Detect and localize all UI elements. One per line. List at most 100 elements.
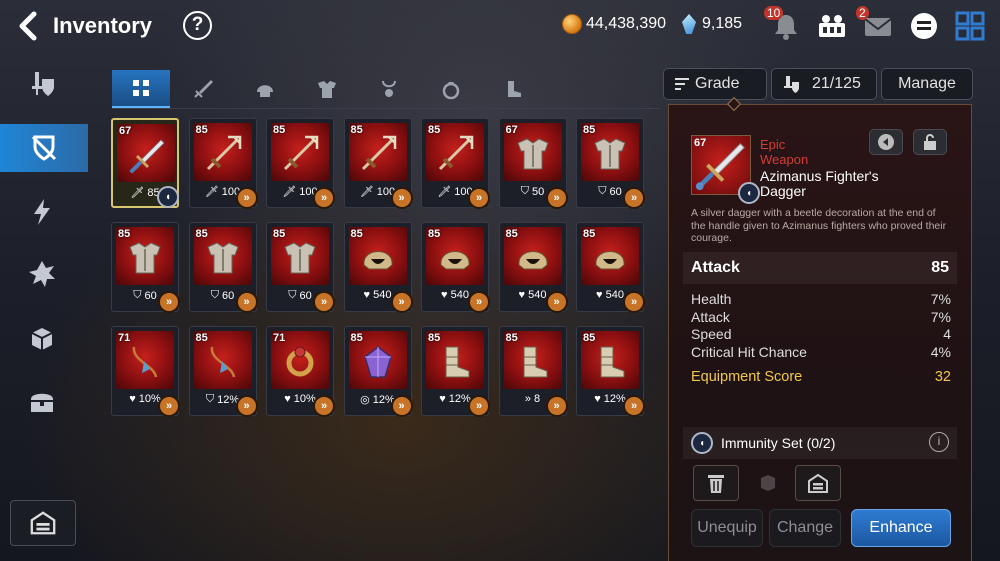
inventory-item[interactable]: 85» ♥ 12% [576,326,645,417]
main-stat-value: 85 [931,259,949,276]
inventory-item[interactable]: 71» ♥ 10% [111,326,180,417]
speed-set-icon: » [313,395,335,417]
defense-icon: ⛉ [288,289,297,301]
main-stat-label: Attack [691,259,740,276]
discard-button[interactable] [693,465,739,501]
nav-chest-icon[interactable] [0,378,84,426]
trident-icon [206,135,241,171]
inventory-item[interactable]: 85» 🗡 100 [421,118,490,209]
mail-icon[interactable]: 2 [856,6,894,42]
tab-ring[interactable] [422,70,480,108]
item-description: A silver dagger with a beetle decoration… [691,207,947,244]
change-button[interactable]: Change [769,509,841,547]
item-image: 85 [193,227,252,285]
speed-set-icon: » [313,291,335,313]
inventory-item[interactable]: 67 ◖ 🗡 85 [111,118,179,208]
left-nav [0,56,88,561]
speed-set-icon: » [545,291,568,313]
crystal-counter[interactable]: 9,185 [682,14,742,34]
gold-counter[interactable]: 44,438,390 [562,14,666,34]
nav-skill-icon[interactable] [0,188,84,236]
speed-set-icon: » [313,187,335,209]
tab-helmet[interactable] [236,70,294,108]
nav-inventory-gear-icon[interactable] [0,124,88,172]
item-image: 85 [503,227,562,285]
inventory-item[interactable]: 85 » ⛉ 60 [188,222,258,313]
item-level: 85 [273,228,286,240]
notification-bell-icon[interactable]: 10 [764,6,802,42]
top-bar: Inventory ? 44,438,390 9,185 10 2 [0,0,1000,52]
unequip-button[interactable]: Unequip [691,509,763,547]
inventory-item[interactable]: 85 » ♥ 540 [498,222,568,313]
item-stat-value: 60 [222,289,235,302]
inventory-item[interactable]: 85» 🗡 100 [266,118,335,209]
sort-grade-button[interactable]: Grade [663,68,767,100]
necklace-icon [210,346,235,378]
tab-all[interactable] [112,70,170,108]
substat-row: Attack 7% [691,309,951,327]
nav-artifact-icon[interactable] [0,250,84,298]
tab-weapon[interactable] [174,70,232,108]
inventory-item[interactable]: 85 » ⛉ 60 [111,222,180,313]
tab-boots[interactable] [484,70,542,108]
item-stat-value: 60 [144,289,157,302]
inventory-item[interactable]: 85» 🗡 100 [188,118,258,209]
speed-set-icon: » [468,395,490,417]
inventory-item[interactable]: 85 » ⛉ 60 [576,118,645,209]
item-level: 67 [505,124,518,136]
health-icon: ♥ [284,393,291,405]
inventory-item[interactable]: 85 » ♥ 540 [421,222,490,313]
equipment-type-tabs [112,70,542,108]
tab-necklace[interactable] [360,70,418,108]
inventory-item[interactable]: 85 » ♥ 540 [343,222,413,313]
attack-icon: 🗡 [204,186,219,198]
inventory-item[interactable]: 85 » ⛉ 60 [266,222,335,313]
speed-set-icon: » [623,187,645,209]
inventory-item[interactable]: 85» 🗡 100 [343,118,413,209]
item-stat-value: 540 [605,289,624,301]
item-image: 85 [271,227,329,285]
manage-label: Manage [898,75,956,92]
help-icon[interactable]: ? [183,11,212,40]
inventory-item[interactable]: 85» ♥ 12% [421,326,490,417]
item-level: 85 [350,228,363,240]
health-icon: ♥ [129,393,136,405]
item-level: 85 [583,124,596,136]
unlock-icon [924,134,936,150]
inventory-item[interactable]: 85» ⛉ 12% [188,326,258,417]
item-image: 85 [581,331,639,389]
crystal-amount: 9,185 [702,15,743,32]
info-icon[interactable]: i [929,432,949,452]
friends-icon[interactable] [816,10,848,42]
nav-equipment-icon[interactable] [0,60,84,108]
storage-transfer-button[interactable] [795,465,841,501]
extract-button[interactable] [745,465,791,501]
share-button[interactable] [869,129,903,155]
health-icon: ♥ [439,393,446,405]
enhance-button[interactable]: Enhance [851,509,951,547]
tab-armor[interactable] [298,70,356,108]
inventory-capacity[interactable]: 21/125 [771,68,877,100]
inventory-item[interactable]: 85 » ♥ 540 [576,222,645,313]
inventory-item[interactable]: 85»» 8 [498,326,568,417]
substat-row: Critical Hit Chance 4% [691,344,951,362]
inventory-item[interactable]: 67 » ⛉ 50 [498,118,568,209]
immunity-set-icon: ◖ [157,186,179,208]
menu-grid-icon[interactable] [954,10,986,42]
inventory-item[interactable]: 85» ◎ 12% [343,326,413,417]
storage-button[interactable] [10,500,76,546]
set-info[interactable]: ◖ Immunity Set (0/2) i [683,427,957,459]
health-icon: ♥ [441,289,448,301]
lock-button[interactable] [913,129,947,155]
nav-materials-icon[interactable] [0,314,84,362]
back-arrow-icon[interactable] [14,10,44,42]
substat-value: 4 [943,326,951,342]
inventory-item[interactable]: 71» ♥ 10% [266,326,335,417]
defense-icon: ⛉ [598,185,607,197]
item-image: 71 [271,331,329,389]
chat-icon[interactable] [908,10,940,42]
armor-icon [516,138,549,170]
manage-button[interactable]: Manage [881,68,973,100]
armor-icon [206,242,239,274]
item-level: 85 [350,124,363,136]
